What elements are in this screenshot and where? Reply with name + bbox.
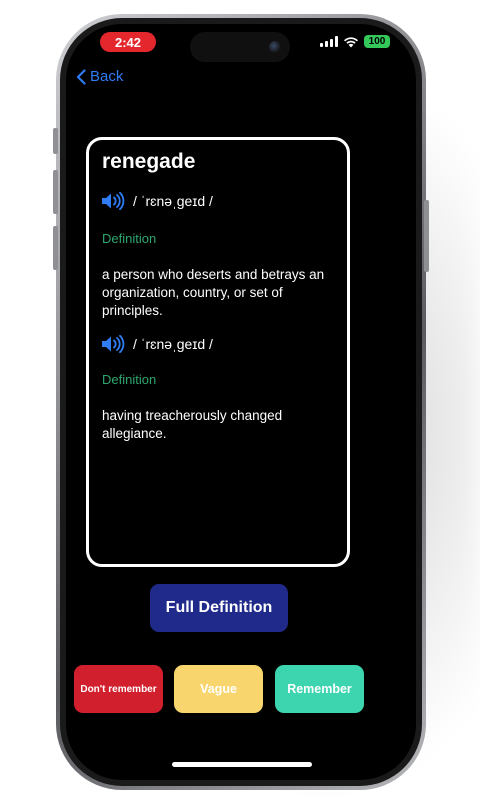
- pronunciation-row: / ˈrɛnəˌɡeɪd /: [101, 192, 213, 210]
- status-indicators: 100: [320, 35, 390, 48]
- definition-text: having treacherously changed allegiance.: [102, 408, 283, 441]
- definition-label: Definition: [102, 231, 157, 246]
- dynamic-island: [190, 32, 290, 62]
- full-definition-button[interactable]: Full Definition: [150, 584, 288, 632]
- back-label: Back: [90, 68, 124, 85]
- pronunciation-text: / ˈrɛnəˌɡeɪd /: [133, 193, 213, 209]
- word-title: renegade: [102, 150, 196, 173]
- front-camera-icon: [269, 41, 281, 53]
- volume-down-button: [53, 226, 58, 270]
- word-card: renegade / ˈrɛnəˌɡeɪd / Definition a per…: [86, 137, 350, 567]
- phone-screen: 2:42 100 Back renegade / ˈrɛnəˌɡeɪd / De…: [66, 24, 416, 780]
- battery-icon: 100: [364, 35, 390, 48]
- speaker-icon[interactable]: [101, 192, 125, 210]
- volume-up-button: [53, 170, 58, 214]
- status-time: 2:42: [100, 32, 156, 52]
- remember-button[interactable]: Remember: [275, 665, 364, 713]
- definition-label: Definition: [102, 372, 157, 387]
- pronunciation-text: / ˈrɛnəˌɡeɪd /: [133, 336, 213, 352]
- power-button: [424, 200, 429, 272]
- wifi-icon: [344, 36, 358, 47]
- home-indicator[interactable]: [172, 762, 312, 767]
- speaker-icon[interactable]: [101, 335, 125, 353]
- back-button[interactable]: Back: [76, 68, 123, 85]
- chevron-left-icon: [76, 68, 86, 85]
- action-button: [53, 128, 58, 154]
- definition-text: a person who deserts and betrays an orga…: [102, 267, 325, 318]
- cellular-signal-icon: [320, 36, 338, 47]
- dont-remember-button[interactable]: Don't remember: [74, 665, 163, 713]
- pronunciation-row: / ˈrɛnəˌɡeɪd /: [101, 335, 213, 353]
- vague-button[interactable]: Vague: [174, 665, 263, 713]
